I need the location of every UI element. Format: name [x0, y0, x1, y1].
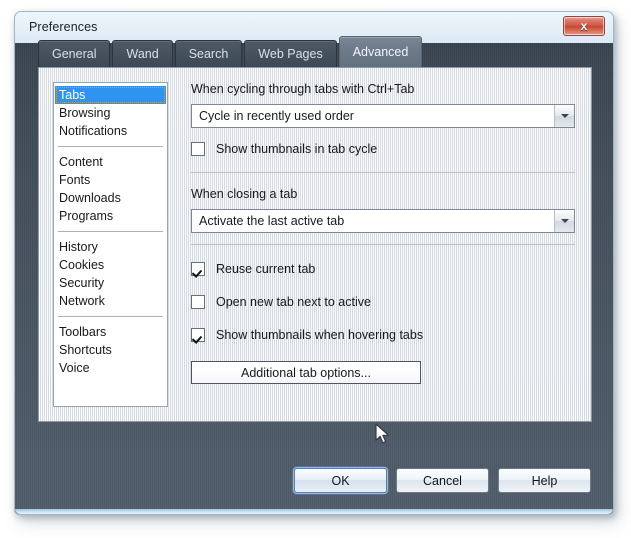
open-new-tab-next-row[interactable]: Open new tab next to active: [191, 292, 575, 312]
sidebar-item-programs[interactable]: Programs: [54, 207, 167, 225]
additional-tab-options-button[interactable]: Additional tab options...: [191, 361, 421, 384]
tab-cycle-order-dropdown[interactable]: Cycle in recently used order: [191, 104, 575, 128]
tab-search[interactable]: Search: [174, 40, 243, 67]
sidebar-item-downloads[interactable]: Downloads: [54, 189, 167, 207]
preferences-dialog: Preferences x General Wand Search Web Pa…: [14, 11, 614, 515]
sidebar-divider: [58, 316, 163, 317]
sidebar-item-history[interactable]: History: [54, 238, 167, 256]
dialog-button-bar: OK Cancel Help: [294, 468, 591, 493]
section-separator: [191, 244, 575, 245]
show-thumbnails-in-cycle-label: Show thumbnails in tab cycle: [216, 142, 378, 156]
show-thumbnails-in-cycle-row[interactable]: Show thumbnails in tab cycle: [191, 139, 575, 159]
chevron-down-icon[interactable]: [554, 210, 574, 232]
chevron-down-glyph: [560, 114, 569, 118]
tab-general[interactable]: General: [38, 40, 111, 67]
cancel-button[interactable]: Cancel: [396, 468, 489, 493]
sidebar-divider: [58, 146, 163, 147]
sidebar-item-voice[interactable]: Voice: [54, 359, 167, 377]
reuse-current-tab-label: Reuse current tab: [216, 262, 316, 276]
sidebar-divider: [58, 231, 163, 232]
tab-web-pages[interactable]: Web Pages: [244, 40, 337, 67]
window-title: Preferences: [29, 20, 98, 34]
closing-section-label: When closing a tab: [191, 187, 298, 201]
tab-close-action-value: Activate the last active tab: [199, 214, 345, 228]
sidebar-item-network[interactable]: Network: [54, 292, 167, 310]
cycling-section-label: When cycling through tabs with Ctrl+Tab: [191, 82, 415, 96]
close-glyph: x: [580, 19, 588, 33]
reuse-current-tab-checkbox[interactable]: [191, 262, 205, 276]
show-thumbnails-hover-row[interactable]: Show thumbnails when hovering tabs: [191, 325, 575, 345]
tab-wand[interactable]: Wand: [112, 40, 173, 67]
help-button[interactable]: Help: [498, 468, 591, 493]
open-new-tab-next-checkbox[interactable]: [191, 295, 205, 309]
sidebar-item-shortcuts[interactable]: Shortcuts: [54, 341, 167, 359]
show-thumbnails-hover-label: Show thumbnails when hovering tabs: [216, 328, 424, 342]
tab-close-action-dropdown[interactable]: Activate the last active tab: [191, 209, 575, 233]
sidebar-item-toolbars[interactable]: Toolbars: [54, 323, 167, 341]
settings-column: When cycling through tabs with Ctrl+Tab …: [191, 82, 575, 384]
tab-advanced[interactable]: Advanced: [338, 36, 423, 67]
show-thumbnails-hover-checkbox[interactable]: [191, 328, 205, 342]
category-list[interactable]: Tabs Browsing Notifications Content Font…: [53, 82, 168, 407]
ok-button[interactable]: OK: [294, 468, 387, 493]
sidebar-item-content[interactable]: Content: [54, 153, 167, 171]
window-bottom-edge: [15, 509, 613, 514]
advanced-panel: Tabs Browsing Notifications Content Font…: [38, 67, 592, 422]
open-new-tab-next-label: Open new tab next to active: [216, 295, 371, 309]
sidebar-item-fonts[interactable]: Fonts: [54, 171, 167, 189]
reuse-current-tab-row[interactable]: Reuse current tab: [191, 259, 575, 279]
sidebar-item-notifications[interactable]: Notifications: [54, 122, 167, 140]
show-thumbnails-in-cycle-checkbox[interactable]: [191, 142, 205, 156]
section-separator: [191, 172, 575, 173]
sidebar-item-tabs[interactable]: Tabs: [55, 86, 166, 104]
sidebar-item-cookies[interactable]: Cookies: [54, 256, 167, 274]
sidebar-item-browsing[interactable]: Browsing: [54, 104, 167, 122]
chevron-down-icon[interactable]: [554, 105, 574, 127]
chevron-down-glyph: [560, 219, 569, 223]
tab-cycle-order-value: Cycle in recently used order: [199, 109, 354, 123]
close-icon[interactable]: x: [563, 16, 605, 36]
sidebar-item-security[interactable]: Security: [54, 274, 167, 292]
tab-strip: General Wand Search Web Pages Advanced: [38, 36, 424, 67]
